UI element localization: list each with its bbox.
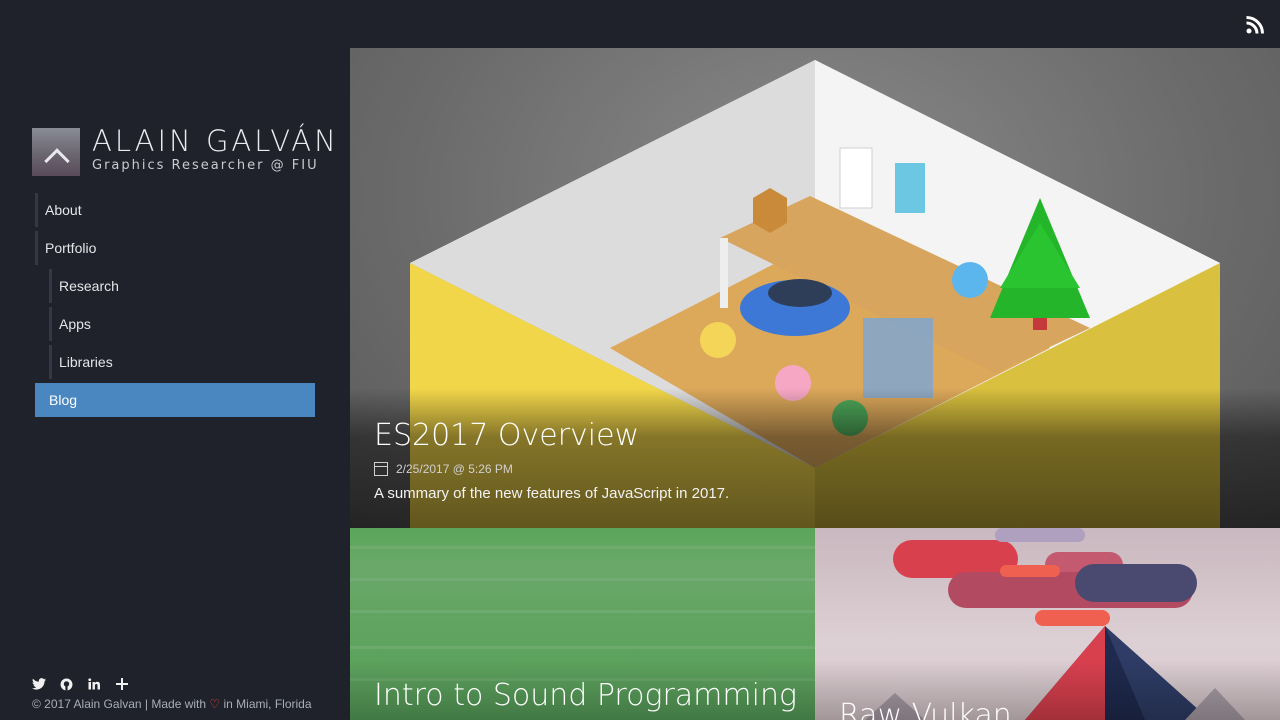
twitter-icon[interactable] — [32, 678, 60, 694]
post-card-vulkan[interactable]: Raw Vulkan — [815, 528, 1280, 720]
heart-icon: ♡ — [209, 697, 221, 711]
nav-item-about[interactable]: About — [35, 193, 315, 227]
nav-item-portfolio[interactable]: Portfolio — [35, 231, 315, 265]
footer-suffix: in Miami, Florida — [220, 697, 312, 711]
post-date-text: 2/25/2017 @ 5:26 PM — [396, 462, 513, 476]
social-links — [32, 678, 144, 694]
footer: © 2017 Alain Galvan | Made with ♡ in Mia… — [32, 697, 312, 711]
top-bar — [350, 0, 1280, 48]
nav-item-blog[interactable]: Blog — [35, 383, 315, 417]
brand[interactable]: ALAIN GALVÁN Graphics Researcher @ FIU — [32, 124, 339, 176]
nav-item-libraries[interactable]: Libraries — [49, 345, 315, 379]
plus-icon[interactable] — [116, 678, 144, 694]
chevron-up-icon — [44, 148, 70, 174]
linkedin-icon[interactable] — [88, 678, 116, 694]
sidebar: ALAIN GALVÁN Graphics Researcher @ FIU A… — [0, 0, 350, 720]
avatar — [32, 128, 80, 176]
nav-item-apps[interactable]: Apps — [49, 307, 315, 341]
brand-subtitle: Graphics Researcher @ FIU — [92, 158, 319, 173]
featured-post[interactable]: ES2017 Overview 2/25/2017 @ 5:26 PM A su… — [350, 48, 1280, 528]
main-nav: About Portfolio Research Apps Libraries … — [35, 193, 315, 421]
brand-name: ALAIN GALVÁN — [92, 124, 339, 158]
rss-icon[interactable] — [1246, 16, 1264, 34]
hero-overlay — [350, 388, 1280, 528]
footer-prefix: © 2017 Alain Galvan | Made with — [32, 697, 210, 711]
card-title[interactable]: Raw Vulkan — [839, 698, 1012, 720]
github-icon[interactable] — [60, 678, 88, 694]
post-date: 2/25/2017 @ 5:26 PM — [374, 462, 513, 476]
post-description: A summary of the new features of JavaScr… — [374, 485, 730, 502]
post-card-sound[interactable]: Intro to Sound Programming — [350, 528, 815, 720]
calendar-icon — [374, 462, 388, 476]
post-title[interactable]: ES2017 Overview — [374, 418, 639, 453]
nav-item-research[interactable]: Research — [49, 269, 315, 303]
card-title[interactable]: Intro to Sound Programming — [374, 678, 797, 713]
